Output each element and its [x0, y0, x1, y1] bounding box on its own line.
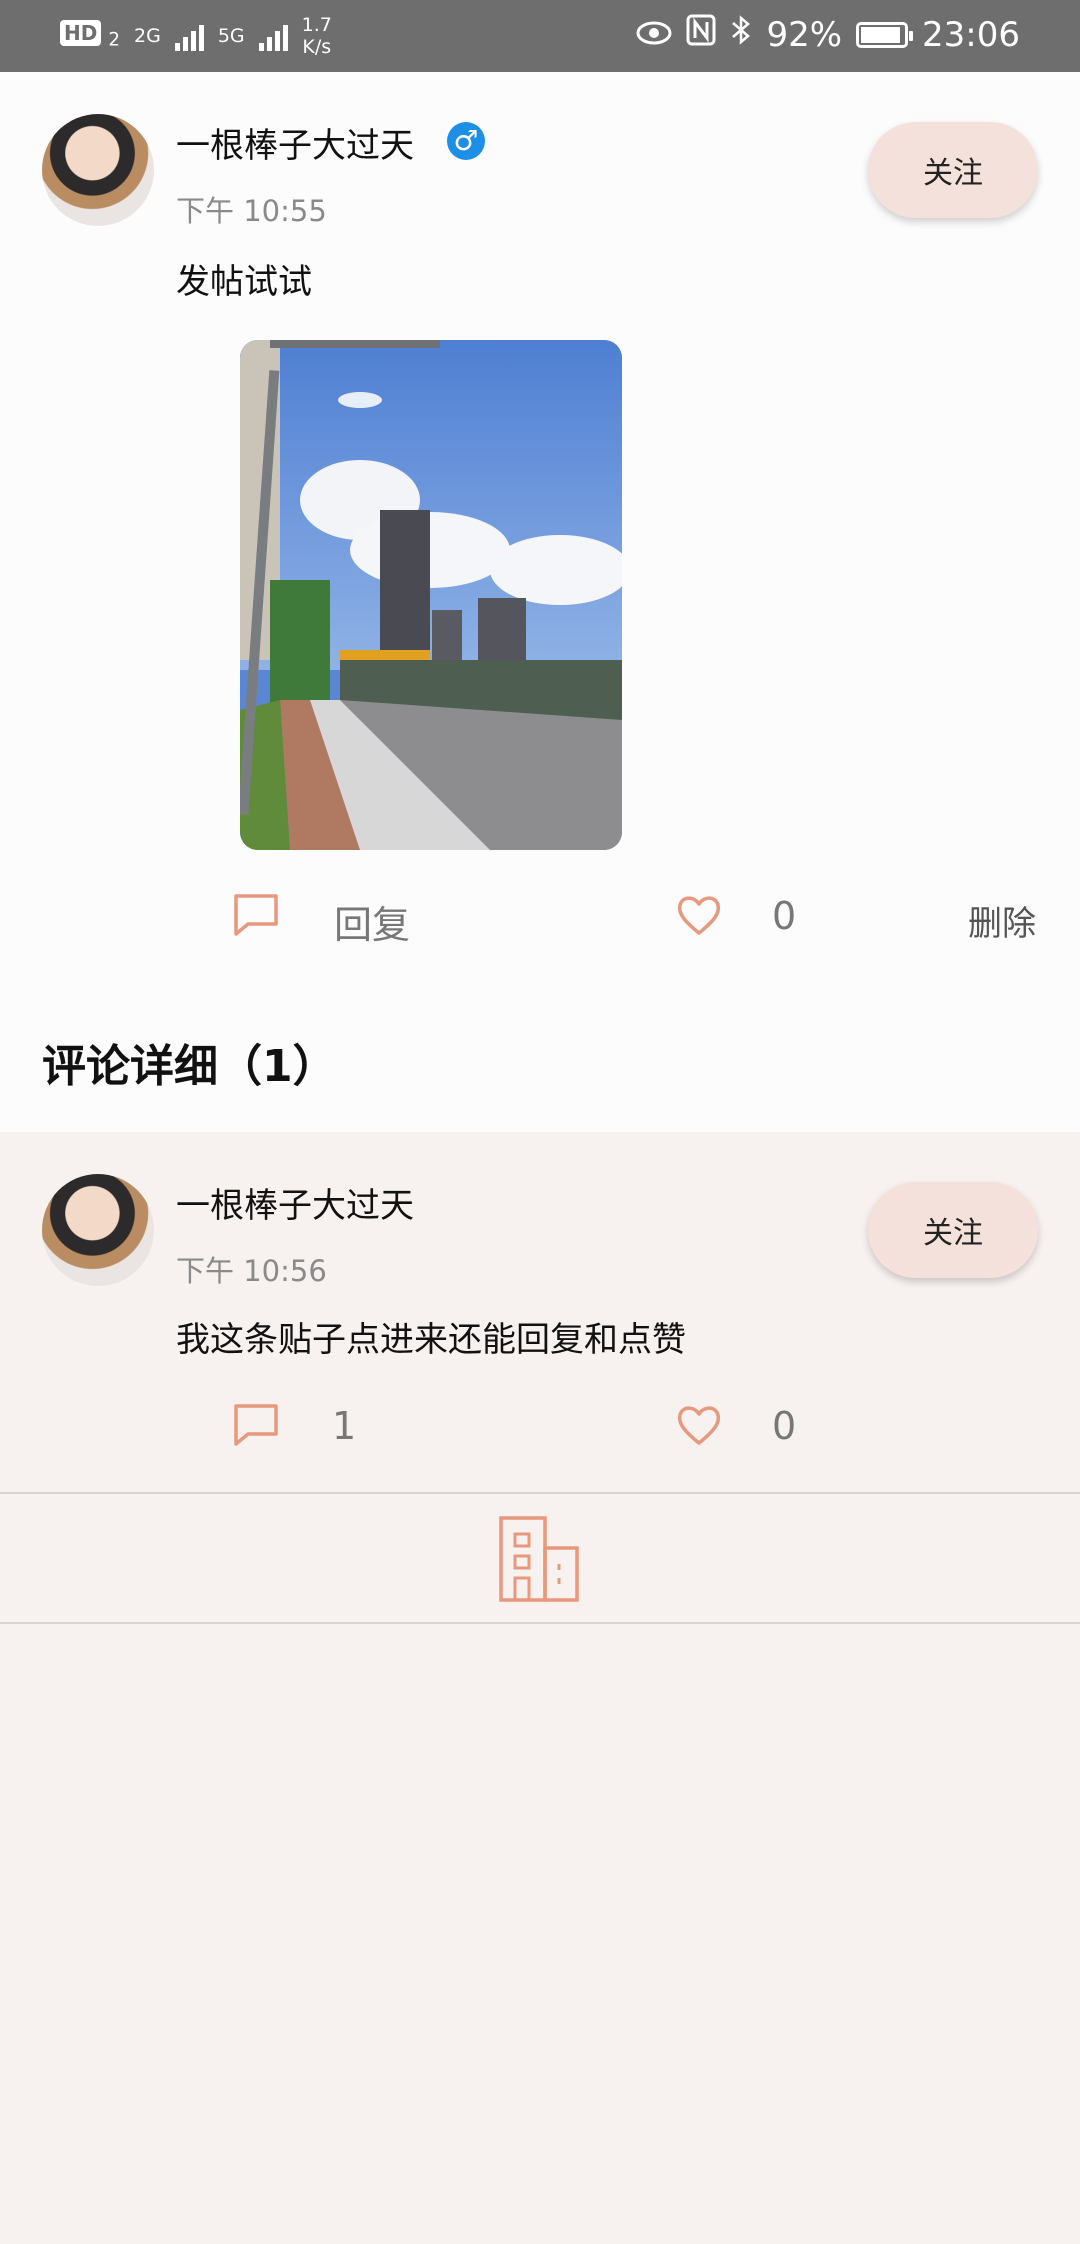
comment-text: 我这条贴子点进来还能回复和点赞	[176, 1320, 686, 1360]
like-count: 0	[772, 894, 797, 938]
comment-card: 一根棒子大过天 下午 10:56 关注 我这条贴子点进来还能回复和点赞 1 0	[0, 1132, 1080, 1492]
reply-button[interactable]: 回复	[334, 894, 410, 949]
signal-icon	[258, 21, 288, 51]
network-5g-label: 5G	[217, 25, 245, 47]
speed-unit: K/s	[302, 36, 332, 58]
post-card: 一根棒子大过天 ♂ 下午 10:55 关注 发帖试试 回复 0 删除	[0, 72, 1080, 1132]
divider	[0, 1622, 1080, 1624]
status-bar: HD 2 2G 5G 1.7 K/s 92% 23:06	[0, 0, 1080, 72]
post-photo[interactable]	[240, 340, 622, 850]
heart-icon[interactable]	[676, 1404, 722, 1450]
follow-button[interactable]: 关注	[868, 1182, 1038, 1278]
hd-badge: HD 2	[60, 20, 121, 51]
post-username[interactable]: 一根棒子大过天	[176, 118, 414, 167]
network-speed: 1.7 K/s	[302, 14, 332, 58]
avatar[interactable]	[42, 1174, 154, 1286]
building-icon[interactable]	[495, 1514, 585, 1608]
battery-percent: 92%	[766, 14, 843, 55]
chat-bubble-icon[interactable]	[232, 1402, 280, 1452]
comment-time: 下午 10:56	[176, 1254, 327, 1288]
network-5g: 5G	[218, 25, 245, 47]
male-gender-icon: ♂	[447, 122, 485, 160]
post-time: 下午 10:55	[176, 194, 327, 228]
speed-value: 1.7	[301, 14, 332, 36]
status-bar-right: 92% 23:06	[636, 14, 1020, 55]
battery-fill	[861, 26, 900, 43]
divider	[0, 1492, 1080, 1494]
delete-button[interactable]: 删除	[968, 896, 1036, 945]
post-text: 发帖试试	[176, 262, 312, 302]
network-2g: 2G	[134, 25, 161, 47]
status-bar-left: HD 2 2G 5G 1.7 K/s	[60, 14, 332, 58]
clock: 23:06	[922, 14, 1020, 55]
comments-section-title: 评论详细（1）	[42, 1041, 337, 1092]
bluetooth-icon	[730, 14, 752, 55]
reply-count: 1	[332, 1404, 357, 1448]
network-2g-label: 2G	[134, 25, 161, 47]
signal-icon	[174, 21, 204, 51]
hd-sub: 2	[108, 29, 121, 51]
follow-button[interactable]: 关注	[868, 122, 1038, 218]
comment-username[interactable]: 一根棒子大过天	[176, 1178, 414, 1227]
chat-bubble-icon[interactable]	[232, 892, 280, 942]
avatar[interactable]	[42, 114, 154, 226]
hd-icon: HD	[60, 20, 102, 47]
battery-icon	[856, 21, 914, 48]
nfc-icon	[686, 14, 716, 55]
eye-icon	[636, 15, 672, 55]
like-count: 0	[772, 1404, 797, 1448]
heart-icon[interactable]	[676, 894, 722, 940]
